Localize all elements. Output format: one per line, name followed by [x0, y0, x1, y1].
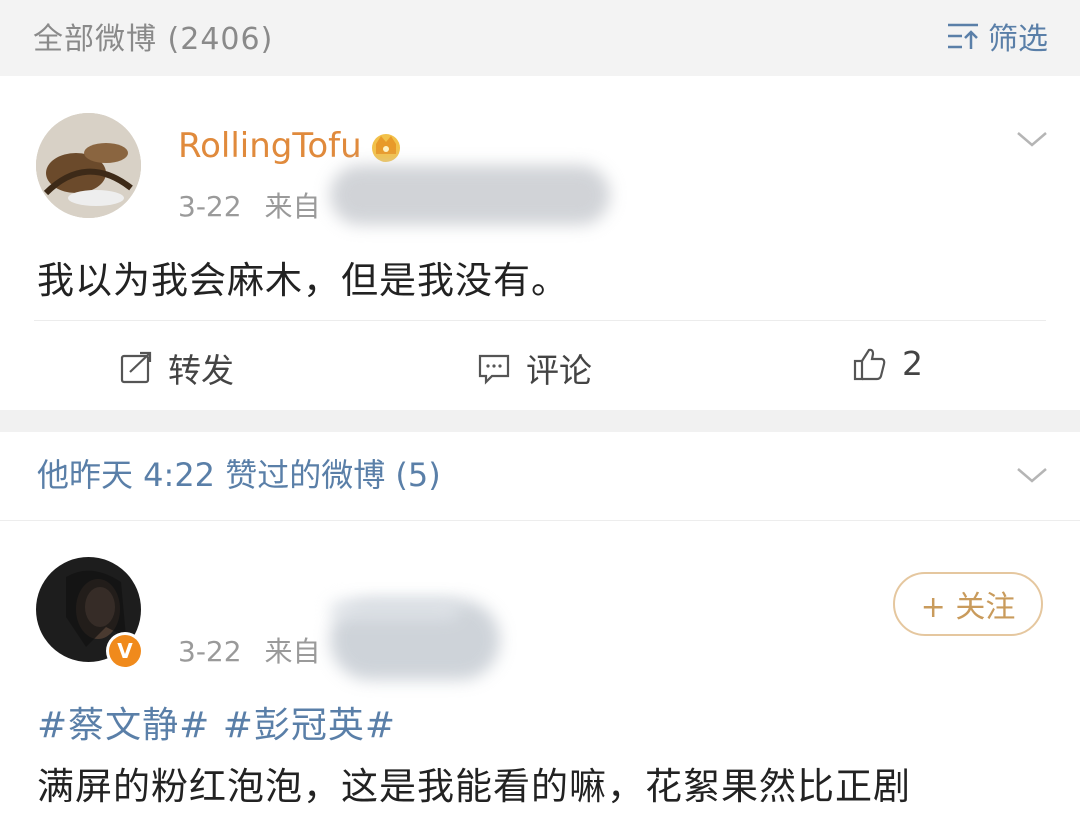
post-date: 3-22 [178, 190, 242, 223]
hashtags[interactable]: #蔡文静# #彭冠英# [37, 696, 396, 748]
filter-button[interactable]: 筛选 [946, 14, 1048, 58]
liked-section-title[interactable]: 他昨天 4:22 赞过的微博 (5) [37, 450, 441, 496]
filter-label: 筛选 [988, 22, 1048, 57]
comment-icon [478, 354, 510, 385]
post-date: 3-22 [178, 635, 242, 668]
redacted-username [330, 600, 460, 620]
like-count: 2 [902, 344, 923, 383]
avatar-image [36, 113, 141, 218]
source-label: 来自 [264, 190, 321, 223]
chevron-down-icon[interactable] [1015, 464, 1049, 486]
thumbs-up-icon [853, 348, 886, 380]
post-text: 我以为我会麻木，但是我没有。 [37, 259, 569, 302]
comment-button[interactable]: 评论 [476, 344, 592, 392]
repost-button[interactable]: 转发 [118, 344, 234, 392]
source-label: 来自 [264, 635, 321, 668]
post-meta: 3-22 来自 [178, 185, 320, 225]
all-posts-count: 全部微博 (2406) [33, 22, 274, 57]
section-separator [0, 410, 1080, 432]
username[interactable]: RollingTofu [178, 126, 362, 166]
chevron-down-icon[interactable] [1015, 128, 1049, 150]
post-text: 满屏的粉红泡泡，这是我能看的嘛，花絮果然比正剧 [37, 765, 911, 808]
redacted-source [330, 165, 610, 225]
follow-button[interactable]: + 关注 [893, 572, 1043, 636]
repost-icon [120, 351, 152, 384]
post-meta: 3-22 来自 [178, 630, 320, 670]
repost-label: 转发 [168, 351, 234, 390]
like-button[interactable]: 2 [852, 344, 923, 383]
comment-label: 评论 [526, 351, 592, 390]
avatar[interactable] [36, 113, 141, 218]
divider [34, 320, 1046, 321]
verified-icon: V [109, 635, 141, 667]
verified-badge: V [106, 632, 144, 670]
crown-icon [371, 134, 400, 162]
post-author[interactable]: RollingTofu [178, 126, 404, 166]
filter-icon [948, 23, 978, 49]
